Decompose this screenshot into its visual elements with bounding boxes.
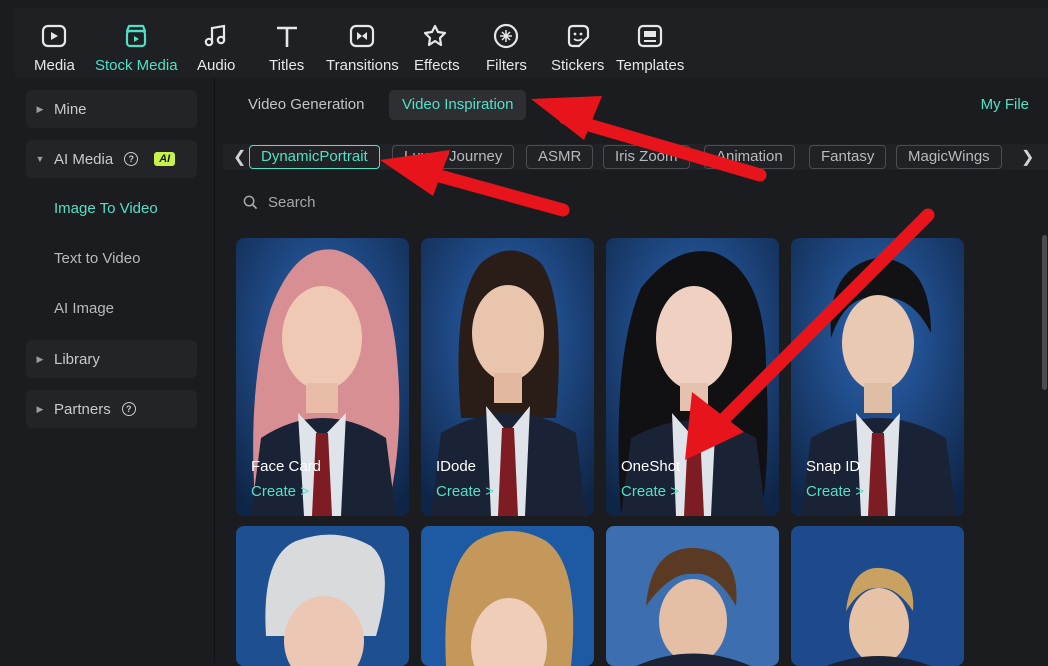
chevron-right-icon[interactable]: ❯ xyxy=(1021,147,1034,167)
toolbar-media-label: Media xyxy=(34,57,75,74)
toolbar-transitions-label: Transitions xyxy=(326,57,399,74)
sidebar-item-mine[interactable]: ▶ Mine xyxy=(26,90,197,128)
stock-media-icon xyxy=(126,24,147,48)
chip-asmr[interactable]: ASMR xyxy=(526,145,594,169)
toolbar-effects[interactable]: Effects xyxy=(414,8,460,78)
toolbar-stickers[interactable]: Stickers xyxy=(551,8,604,78)
search-box[interactable]: Search xyxy=(243,194,316,211)
toolbar-media[interactable]: Media xyxy=(34,8,75,78)
template-card-idode[interactable]: IDode Create > xyxy=(421,238,594,516)
transitions-icon xyxy=(350,24,375,48)
help-icon[interactable]: ? xyxy=(124,152,139,166)
sidebar-item-ai-media-label: AI Media xyxy=(54,150,114,168)
editor-frame: Media Stock Media Audio Titles Transitio… xyxy=(15,8,1048,666)
chip-iris-zoom[interactable]: Iris Zoom xyxy=(603,145,690,169)
card-title: OneShot xyxy=(621,458,681,475)
tab-video-inspiration[interactable]: Video Inspiration xyxy=(389,90,527,120)
create-link[interactable]: Create > xyxy=(251,483,309,500)
template-card-face-card[interactable]: Face Card Create > xyxy=(236,238,409,516)
sidebar-item-partners-label: Partners xyxy=(54,400,111,418)
template-card[interactable] xyxy=(791,526,964,666)
toolbar-filters-label: Filters xyxy=(486,57,527,74)
sidebar-item-image-to-video[interactable]: Image To Video xyxy=(54,200,158,217)
create-link[interactable]: Create > xyxy=(806,483,864,500)
toolbar-effects-label: Effects xyxy=(414,57,460,74)
template-card-oneshot[interactable]: OneShot Create > xyxy=(606,238,779,516)
sidebar-item-ai-image[interactable]: AI Image xyxy=(54,300,114,317)
template-card-snap-id[interactable]: Snap ID Create > xyxy=(791,238,964,516)
portrait-thumbnail xyxy=(236,526,409,666)
template-card[interactable] xyxy=(236,526,409,666)
create-link[interactable]: Create > xyxy=(436,483,494,500)
toolbar-templates-label: Templates xyxy=(616,57,685,74)
card-title: Face Card xyxy=(251,458,322,475)
main-panel: Video Generation Video Inspiration My Fi… xyxy=(214,78,1048,666)
title-t-icon xyxy=(276,26,297,47)
caret-down-icon: ▼ xyxy=(35,154,45,164)
portrait-thumbnail xyxy=(421,526,594,666)
sidebar-item-text-to-video[interactable]: Text to Video xyxy=(54,250,140,267)
toolbar-stickers-label: Stickers xyxy=(551,57,605,74)
toolbar-titles-label: Titles xyxy=(269,57,305,74)
sidebar-item-partners[interactable]: ▶ Partners ? xyxy=(26,390,197,428)
media-icon xyxy=(42,24,67,48)
chevron-left-icon[interactable]: ❮ xyxy=(233,147,246,167)
chip-fantasy[interactable]: Fantasy xyxy=(809,145,887,169)
stickers-icon xyxy=(567,24,589,48)
sidebar-item-library-label: Library xyxy=(54,350,100,368)
card-title: Snap ID xyxy=(806,458,861,475)
toolbar-stock-media-label: Stock Media xyxy=(95,57,178,74)
toolbar-filters[interactable]: Filters xyxy=(486,8,527,78)
toolbar-audio-label: Audio xyxy=(197,57,236,74)
caret-right-icon: ▶ xyxy=(36,353,44,364)
toolbar-audio[interactable]: Audio xyxy=(197,8,235,78)
ai-badge: AI xyxy=(154,152,176,166)
portrait-thumbnail xyxy=(791,526,964,666)
template-card[interactable] xyxy=(421,526,594,666)
create-link[interactable]: Create > xyxy=(621,483,679,500)
top-toolbar: Media Stock Media Audio Titles Transitio… xyxy=(15,8,1048,78)
caret-right-icon: ▶ xyxy=(36,403,44,414)
chip-dynamicportrait[interactable]: DynamicPortrait xyxy=(249,145,380,169)
effects-icon xyxy=(423,24,446,47)
toolbar-templates[interactable]: Templates xyxy=(616,8,684,78)
portrait-thumbnail xyxy=(606,526,779,666)
category-chip-bar: ❮ DynamicPortrait LuxuryJourney ASMR Iri… xyxy=(223,144,1048,170)
toolbar-stock-media[interactable]: Stock Media xyxy=(95,8,178,78)
search-icon xyxy=(243,195,258,210)
chip-magicwings[interactable]: MagicWings xyxy=(896,145,1002,169)
sidebar: ▶ Mine ▼ AI Media ? AI Image To Video Te… xyxy=(15,78,214,663)
template-card[interactable] xyxy=(606,526,779,666)
tab-video-generation[interactable]: Video Generation xyxy=(235,90,377,120)
sidebar-item-mine-label: Mine xyxy=(54,100,87,118)
music-note-icon xyxy=(204,24,226,47)
chip-luxuryjourney[interactable]: LuxuryJourney xyxy=(392,145,515,169)
card-title: IDode xyxy=(436,458,477,475)
my-file-link[interactable]: My File xyxy=(981,96,1029,113)
sidebar-item-ai-media[interactable]: ▼ AI Media ? AI xyxy=(26,140,197,178)
sidebar-item-library[interactable]: ▶ Library xyxy=(26,340,197,378)
toolbar-transitions[interactable]: Transitions xyxy=(326,8,399,78)
caret-right-icon: ▶ xyxy=(36,103,44,114)
scrollbar[interactable] xyxy=(1042,235,1047,390)
chip-animation[interactable]: Animation xyxy=(704,145,795,169)
toolbar-titles[interactable]: Titles xyxy=(269,8,304,78)
filters-icon xyxy=(494,23,519,49)
templates-icon xyxy=(638,24,663,48)
search-input[interactable]: Search xyxy=(268,194,316,211)
help-icon[interactable]: ? xyxy=(121,402,136,416)
